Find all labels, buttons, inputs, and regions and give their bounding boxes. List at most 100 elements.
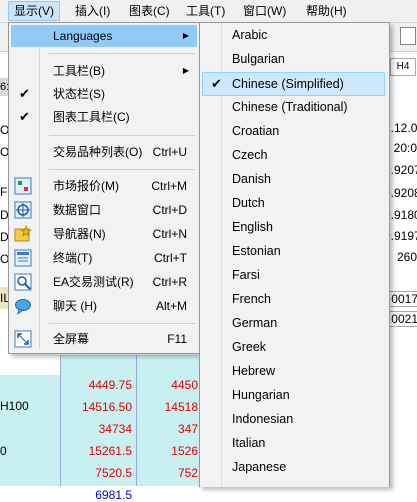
navigator-item[interactable]: 导航器(N) Ctrl+N — [11, 223, 197, 245]
language-label: Japanese — [232, 460, 287, 474]
table-cell: 4450 — [171, 378, 198, 392]
symbol-label: 0 — [0, 444, 7, 458]
table-cell: 347 — [177, 422, 198, 436]
language-item-estonian[interactable]: Estonian — [203, 240, 384, 262]
tester-label: EA交易测试(R) — [53, 275, 134, 289]
check-icon: ✔ — [19, 86, 30, 101]
language-label: Chinese (Simplified) — [232, 77, 344, 91]
language-label: Czech — [232, 148, 268, 162]
language-label: Dutch — [232, 196, 265, 210]
language-label: Farsi — [232, 268, 260, 282]
market-watch-item[interactable]: 市场报价(M) Ctrl+M — [11, 175, 197, 197]
statusbar-label: 状态栏(S) — [53, 87, 105, 101]
navigator-shortcut: Ctrl+N — [152, 227, 187, 241]
menu-insert[interactable]: 插入(I) — [70, 2, 115, 20]
table-cell: 4449.75 — [88, 378, 132, 392]
timeframe-h4[interactable]: H4 — [390, 58, 416, 76]
language-item-arabic[interactable]: Arabic — [203, 24, 384, 46]
navigator-label: 导航器(N) — [53, 227, 106, 241]
toolbar-button[interactable] — [400, 27, 416, 45]
language-item-czech[interactable]: Czech — [203, 144, 384, 166]
language-label: Estonian — [232, 244, 281, 258]
symbols-shortcut: Ctrl+U — [152, 145, 187, 159]
language-item-indonesian[interactable]: Indonesian — [203, 408, 384, 430]
toolbars-label: 工具栏(B) — [53, 64, 105, 78]
language-item-hebrew[interactable]: Hebrew — [203, 360, 384, 382]
market-watch-shortcut: Ctrl+M — [151, 179, 187, 193]
tester-item[interactable]: EA交易测试(R) Ctrl+R — [11, 271, 197, 293]
language-item-dutch[interactable]: Dutch — [203, 192, 384, 214]
language-label: French — [232, 292, 271, 306]
table-cell: 14516.50 — [81, 400, 132, 414]
separator — [49, 323, 195, 324]
market-watch-label: 市场报价(M) — [53, 179, 119, 193]
language-label: German — [232, 316, 278, 330]
statusbar-item[interactable]: ✔ 状态栏(S) — [11, 83, 197, 105]
chat-item[interactable]: 聊天 (H) Alt+M — [11, 295, 197, 317]
data-window-item[interactable]: 数据窗口 Ctrl+D — [11, 199, 197, 221]
check-icon: ✔ — [19, 109, 30, 124]
language-label: Danish — [232, 172, 271, 186]
languages-label: Languages — [53, 29, 113, 43]
language-item-greek[interactable]: Greek — [203, 336, 384, 358]
language-item-french[interactable]: French — [203, 288, 384, 310]
table-cell: 1526 — [171, 444, 198, 458]
chart-toolbar-item[interactable]: ✔ 图表工具栏(C) — [11, 106, 197, 128]
terminal-shortcut: Ctrl+T — [154, 251, 187, 265]
language-label: Greek — [232, 340, 267, 354]
table-cell: 15261.5 — [88, 444, 132, 458]
menu-view[interactable]: 显示(V) — [8, 1, 60, 21]
language-item-english[interactable]: English — [203, 216, 384, 238]
fullscreen-label: 全屏幕 — [53, 332, 90, 346]
language-item-danish[interactable]: Danish — [203, 168, 384, 190]
toolbars-item[interactable]: 工具栏(B) ▶ — [11, 60, 197, 82]
language-item-japanese[interactable]: Japanese — [203, 456, 384, 478]
language-item-german[interactable]: German — [203, 312, 384, 334]
terminal-item[interactable]: 终端(T) Ctrl+T — [11, 247, 197, 269]
language-item-hungarian[interactable]: Hungarian — [203, 384, 384, 406]
table-cell: 752 — [177, 466, 198, 480]
language-item-bulgarian[interactable]: Bulgarian — [203, 48, 384, 70]
chat-shortcut: Alt+M — [155, 299, 187, 313]
chat-bubble-icon — [14, 297, 32, 315]
symbol-label: H100 — [0, 399, 29, 413]
chat-label: 聊天 (H) — [53, 299, 97, 313]
fullscreen-icon — [14, 330, 32, 348]
market-watch-icon — [14, 177, 32, 195]
menu-help[interactable]: 帮助(H) — [301, 2, 352, 20]
language-label: Hebrew — [232, 364, 276, 378]
symbols-item[interactable]: 交易品种列表(O) Ctrl+U — [11, 141, 197, 163]
language-item-croatian[interactable]: Croatian — [203, 120, 384, 142]
data-window-shortcut: Ctrl+D — [152, 203, 187, 217]
check-icon: ✔ — [211, 76, 222, 91]
language-item-italian[interactable]: Italian — [203, 432, 384, 454]
table-cell: 34734 — [98, 422, 132, 436]
language-item-chinese-traditional[interactable]: Chinese (Traditional) — [203, 96, 384, 118]
fullscreen-item[interactable]: 全屏幕 F11 — [11, 328, 197, 350]
language-label: Croatian — [232, 124, 280, 138]
table-cell: 6981.5 — [95, 488, 132, 502]
languages-submenu: Arabic Bulgarian ✔ Chinese (Simplified) … — [199, 22, 390, 487]
languages-item[interactable]: Languages ▶ — [11, 25, 197, 47]
language-item-farsi[interactable]: Farsi — [203, 264, 384, 286]
table-col-symbol — [0, 375, 60, 486]
menu-tools[interactable]: 工具(T) — [181, 2, 230, 20]
left-label: F — [0, 185, 8, 199]
menu-window[interactable]: 窗口(W) — [238, 2, 291, 20]
menu-charts[interactable]: 图表(C) — [124, 2, 175, 20]
navigator-star-icon — [14, 225, 32, 243]
language-label: Chinese (Traditional) — [232, 100, 348, 114]
table-cell: 14518 — [164, 400, 198, 414]
data-window-label: 数据窗口 — [53, 203, 102, 217]
symbols-label: 交易品种列表(O) — [53, 145, 143, 159]
terminal-label: 终端(T) — [53, 251, 93, 265]
language-label: Indonesian — [232, 412, 294, 426]
language-label: Italian — [232, 436, 266, 450]
language-item-chinese-simplified[interactable]: ✔ Chinese (Simplified) — [202, 72, 385, 96]
separator — [49, 135, 195, 136]
language-label: English — [232, 220, 273, 234]
language-label: Bulgarian — [232, 52, 285, 66]
separator — [49, 169, 195, 170]
language-label: Arabic — [232, 28, 268, 42]
view-menu: Languages ▶ 工具栏(B) ▶ ✔ 状态栏(S) ✔ 图表工具栏(C)… — [8, 22, 200, 354]
